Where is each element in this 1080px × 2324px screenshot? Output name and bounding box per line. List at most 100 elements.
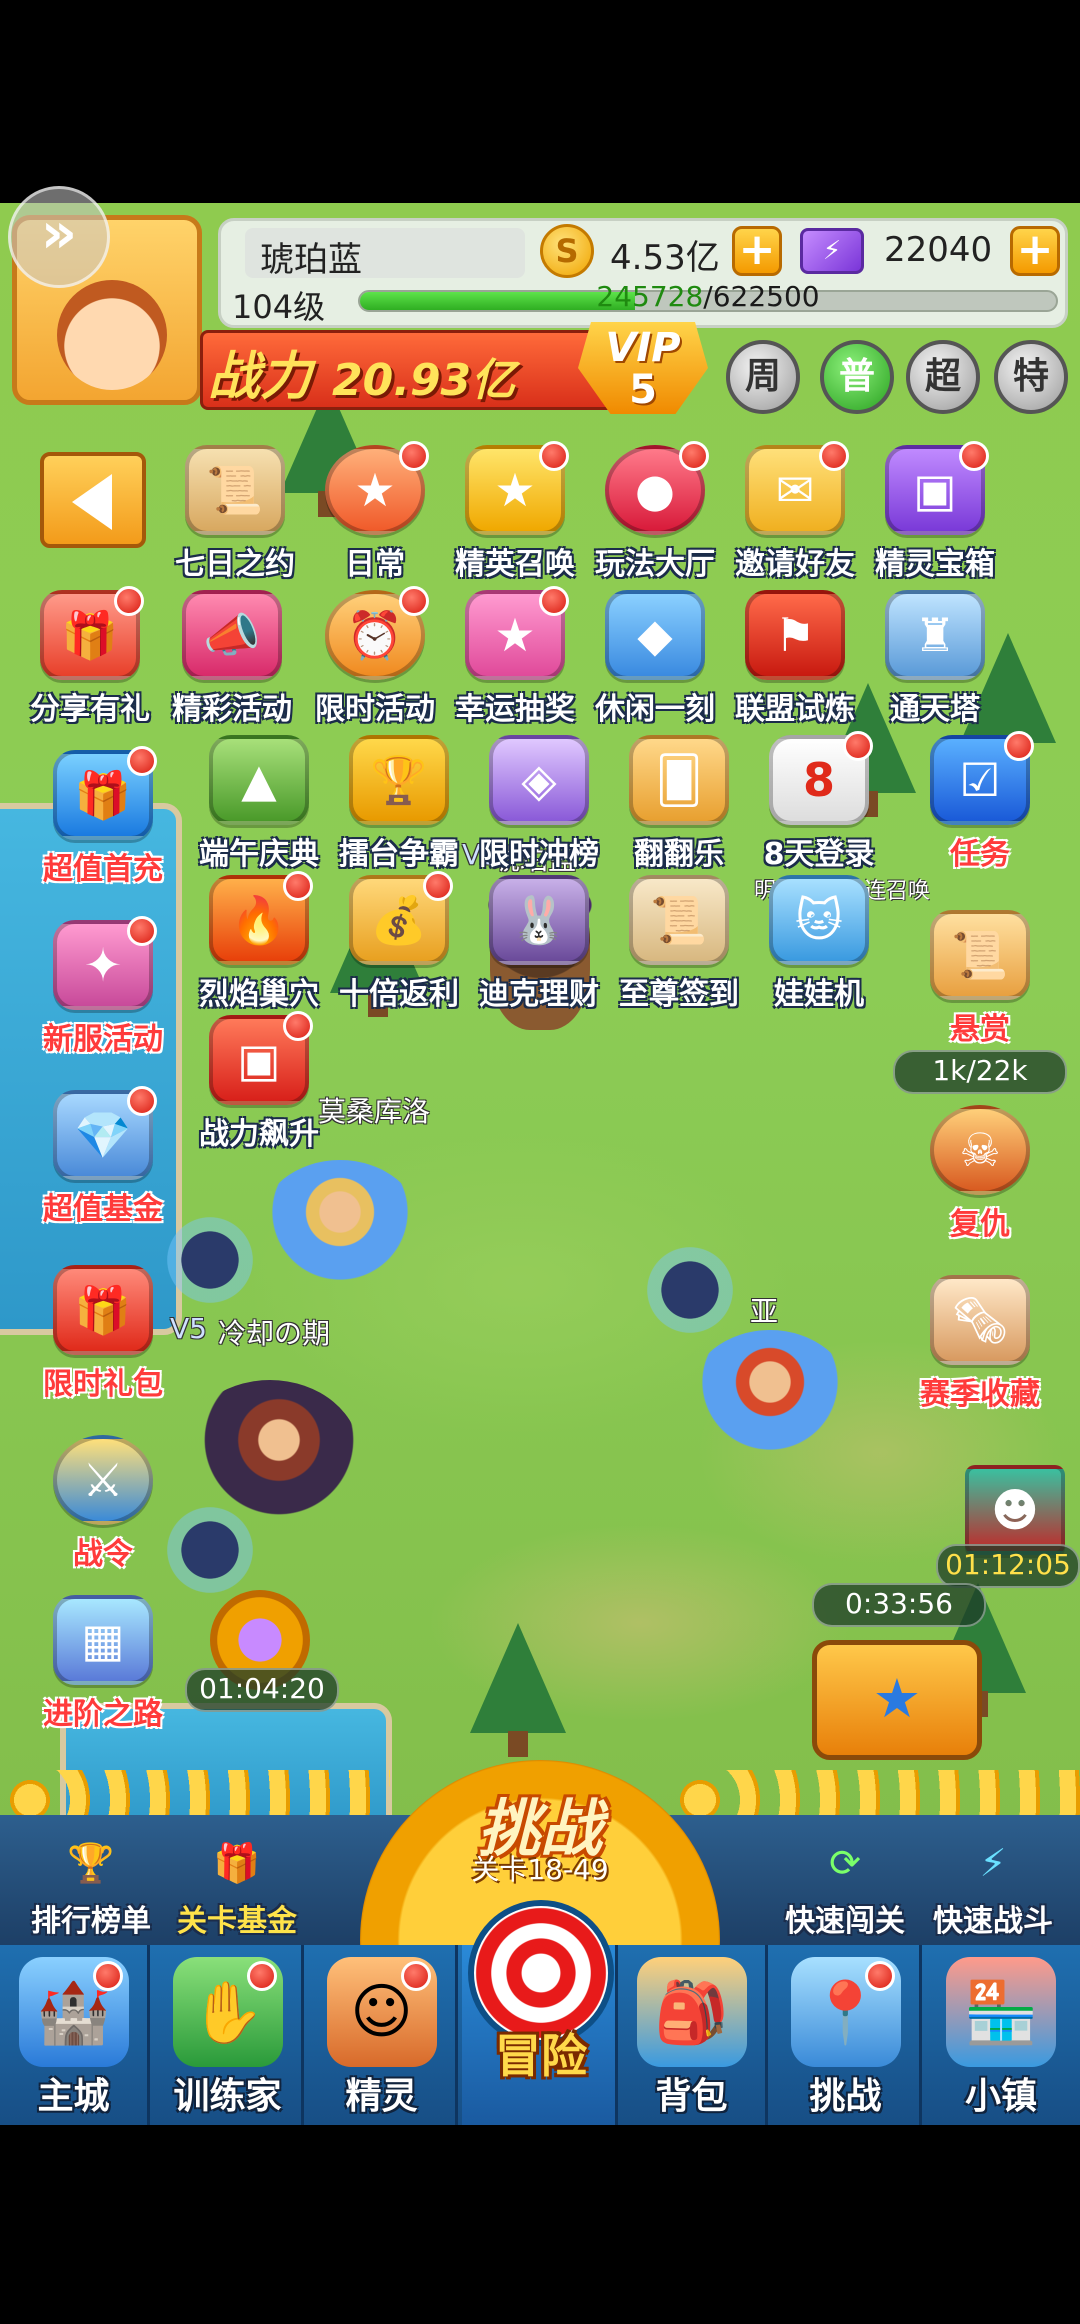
butterfly-character-2[interactable] xyxy=(260,1160,420,1290)
refresh-icon: ⟳ xyxy=(829,1841,861,1885)
activity-label: 分享有礼 xyxy=(30,692,150,727)
butterfly-character[interactable] xyxy=(690,1330,850,1460)
activity-label: 擂台争霸 xyxy=(339,837,459,872)
activity-dragon-boat[interactable]: ▲ 端午庆典 xyxy=(194,735,324,873)
activity-label: 迪克理财 xyxy=(479,977,599,1012)
activity-spirit-chest[interactable]: ▣ 精灵宝箱 xyxy=(870,441,1000,583)
map-pin-icon: 📍 xyxy=(790,1957,901,2067)
activity-invite-friends[interactable]: ✉ 邀请好友 xyxy=(730,441,860,583)
nav-main-city[interactable]: 🏰 主城 xyxy=(0,1945,150,2125)
activity-leisure[interactable]: ◆ 休闲一刻 xyxy=(590,590,720,728)
nav-spirit[interactable]: ☺ 精灵 xyxy=(308,1945,458,2125)
crate-icon: ▦ xyxy=(53,1595,153,1685)
nav-challenge[interactable]: 📍 挑战 xyxy=(772,1945,922,2125)
activity-label: 限时活动 xyxy=(315,692,435,727)
shop-icon: 🏪 xyxy=(946,1957,1056,2067)
card-special-button[interactable]: 特 xyxy=(994,340,1068,414)
activity-label: 超值基金 xyxy=(43,1192,163,1227)
quick-battle-label: 快速战斗 xyxy=(933,1904,1053,1939)
notification-dot xyxy=(246,1961,277,1991)
treasure-icon: 💰 xyxy=(349,871,453,965)
revenge-icon: ☠ xyxy=(930,1105,1030,1195)
rank-list-button[interactable]: 🏆 排行榜单 xyxy=(16,1830,166,1940)
activity-limited[interactable]: ⏰ 限时活动 xyxy=(310,586,440,728)
stage-fund-button[interactable]: 🎁 关卡基金 xyxy=(162,1830,312,1940)
vip-label: VIP xyxy=(605,325,681,371)
nav-town[interactable]: 🏪 小镇 xyxy=(926,1945,1076,2125)
activity-label: 至尊签到 xyxy=(619,977,739,1012)
right-bounty[interactable]: 📜 悬赏 xyxy=(915,910,1045,1048)
activity-dick-finance[interactable]: 🐰 迪克理财 xyxy=(474,875,604,1013)
nav-backpack[interactable]: 🎒 背包 xyxy=(618,1945,768,2125)
activity-label: 8天登录 xyxy=(763,837,875,872)
activity-lucky-draw[interactable]: ★ 幸运抽奖 xyxy=(450,586,580,728)
nav-trainer[interactable]: ✋ 训练家 xyxy=(154,1945,304,2125)
collection-scroll-icon: 🗞 xyxy=(930,1275,1030,1365)
pet-blue xyxy=(640,1240,740,1340)
activity-events[interactable]: 📣 精彩活动 xyxy=(167,590,297,728)
collapse-icon[interactable]: » xyxy=(8,186,110,288)
notification-dot xyxy=(283,1011,313,1041)
activity-label: 联盟试炼 xyxy=(735,692,855,727)
activity-claw-machine[interactable]: 🐱 娃娃机 xyxy=(754,875,884,1013)
star-chest[interactable]: ★ xyxy=(812,1640,982,1760)
activity-play-hall[interactable]: ● 玩法大厅 xyxy=(590,441,720,583)
calendar-icon: 8 xyxy=(769,731,873,825)
left-battle-pass[interactable]: ⚔ 战令 xyxy=(38,1435,168,1573)
activity-label: 赛季收藏 xyxy=(920,1377,1040,1412)
activity-elite-summon[interactable]: ★ 精英召唤 xyxy=(450,441,580,583)
left-power-surge[interactable]: ▣ 战力飙升 xyxy=(194,1011,324,1153)
chest-icon: ▣ xyxy=(885,441,989,535)
activity-arena[interactable]: 🏆 擂台争霸 xyxy=(334,735,464,873)
right-season-collection[interactable]: 🗞 赛季收藏 xyxy=(915,1275,1045,1413)
activity-rank-rush[interactable]: ◈ 限时冲榜 xyxy=(474,735,604,873)
activity-label: 限时礼包 xyxy=(43,1367,163,1402)
quick-pass-button[interactable]: ⟳ 快速闯关 xyxy=(770,1830,920,1940)
power-value: 20.93亿 xyxy=(332,355,516,406)
nav-label: 小镇 xyxy=(964,2076,1037,2117)
activity-daily[interactable]: ★ 日常 xyxy=(310,441,440,583)
left-value-fund[interactable]: 💎 超值基金 xyxy=(38,1086,168,1228)
activity-seven-days[interactable]: 📜 七日之约 xyxy=(170,445,300,583)
nav-label: 训练家 xyxy=(173,2076,282,2117)
card-weekly-button[interactable]: 周 xyxy=(726,340,800,414)
card-normal-button[interactable]: 普 xyxy=(820,340,894,414)
left-new-server[interactable]: ✦ 新服活动 xyxy=(38,916,168,1058)
clock-icon: ⏰ xyxy=(325,586,429,680)
nav-label: 挑战 xyxy=(809,2076,882,2117)
timer-gem: 01:04:20 xyxy=(185,1668,339,1712)
gem-card-icon: ⚡ xyxy=(800,228,864,274)
world-v5-label-2: V5 xyxy=(170,1312,207,1345)
activity-tenfold-rebate[interactable]: 💰 十倍返利 xyxy=(334,871,464,1013)
lucky-star-icon: ★ xyxy=(465,586,569,680)
activity-alliance-trial[interactable]: ⚑ 联盟试炼 xyxy=(730,590,860,728)
red-gift-icon: 🎁 xyxy=(53,1265,153,1355)
collapse-menu-button[interactable] xyxy=(40,452,146,548)
right-revenge[interactable]: ☠ 复仇 xyxy=(915,1105,1045,1243)
right-tasks[interactable]: ☑ 任务 xyxy=(915,731,1045,873)
world-player-name-4: 亚 xyxy=(750,1295,779,1328)
activity-label: 十倍返利 xyxy=(339,977,459,1012)
activity-label: 限时冲榜 xyxy=(479,837,599,872)
add-gold-button[interactable]: + xyxy=(732,226,782,276)
quick-battle-button[interactable]: ⚡ 快速战斗 xyxy=(918,1830,1068,1940)
activity-flame-nest[interactable]: 🔥 烈焰巢穴 xyxy=(194,871,324,1013)
red-chest-icon: ▣ xyxy=(209,1011,313,1105)
timed-hero-icon[interactable]: ☻ xyxy=(950,1465,1080,1555)
add-gem-button[interactable]: + xyxy=(1010,226,1060,276)
activity-label: 烈焰巢穴 xyxy=(199,977,319,1012)
left-limited-gift[interactable]: 🎁 限时礼包 xyxy=(38,1265,168,1403)
activity-share[interactable]: 🎁 分享有礼 xyxy=(25,586,155,728)
left-first-recharge[interactable]: 🎁 超值首充 xyxy=(38,746,168,888)
activity-sky-tower[interactable]: ♜ 通天塔 xyxy=(870,590,1000,728)
envelope-icon: ✉ xyxy=(745,441,849,535)
activity-label: 精彩活动 xyxy=(172,692,292,727)
player-level: 104级 xyxy=(232,288,326,326)
activity-label: 翻翻乐 xyxy=(634,837,724,872)
notification-dot xyxy=(127,746,157,776)
left-advance-road[interactable]: ▦ 进阶之路 xyxy=(38,1595,168,1733)
activity-supreme-signin[interactable]: 📜 至尊签到 xyxy=(614,875,744,1013)
pet-blue-3 xyxy=(160,1500,260,1600)
card-super-button[interactable]: 超 xyxy=(906,340,980,414)
activity-flip[interactable]: 🂠 翻翻乐 xyxy=(614,735,744,873)
